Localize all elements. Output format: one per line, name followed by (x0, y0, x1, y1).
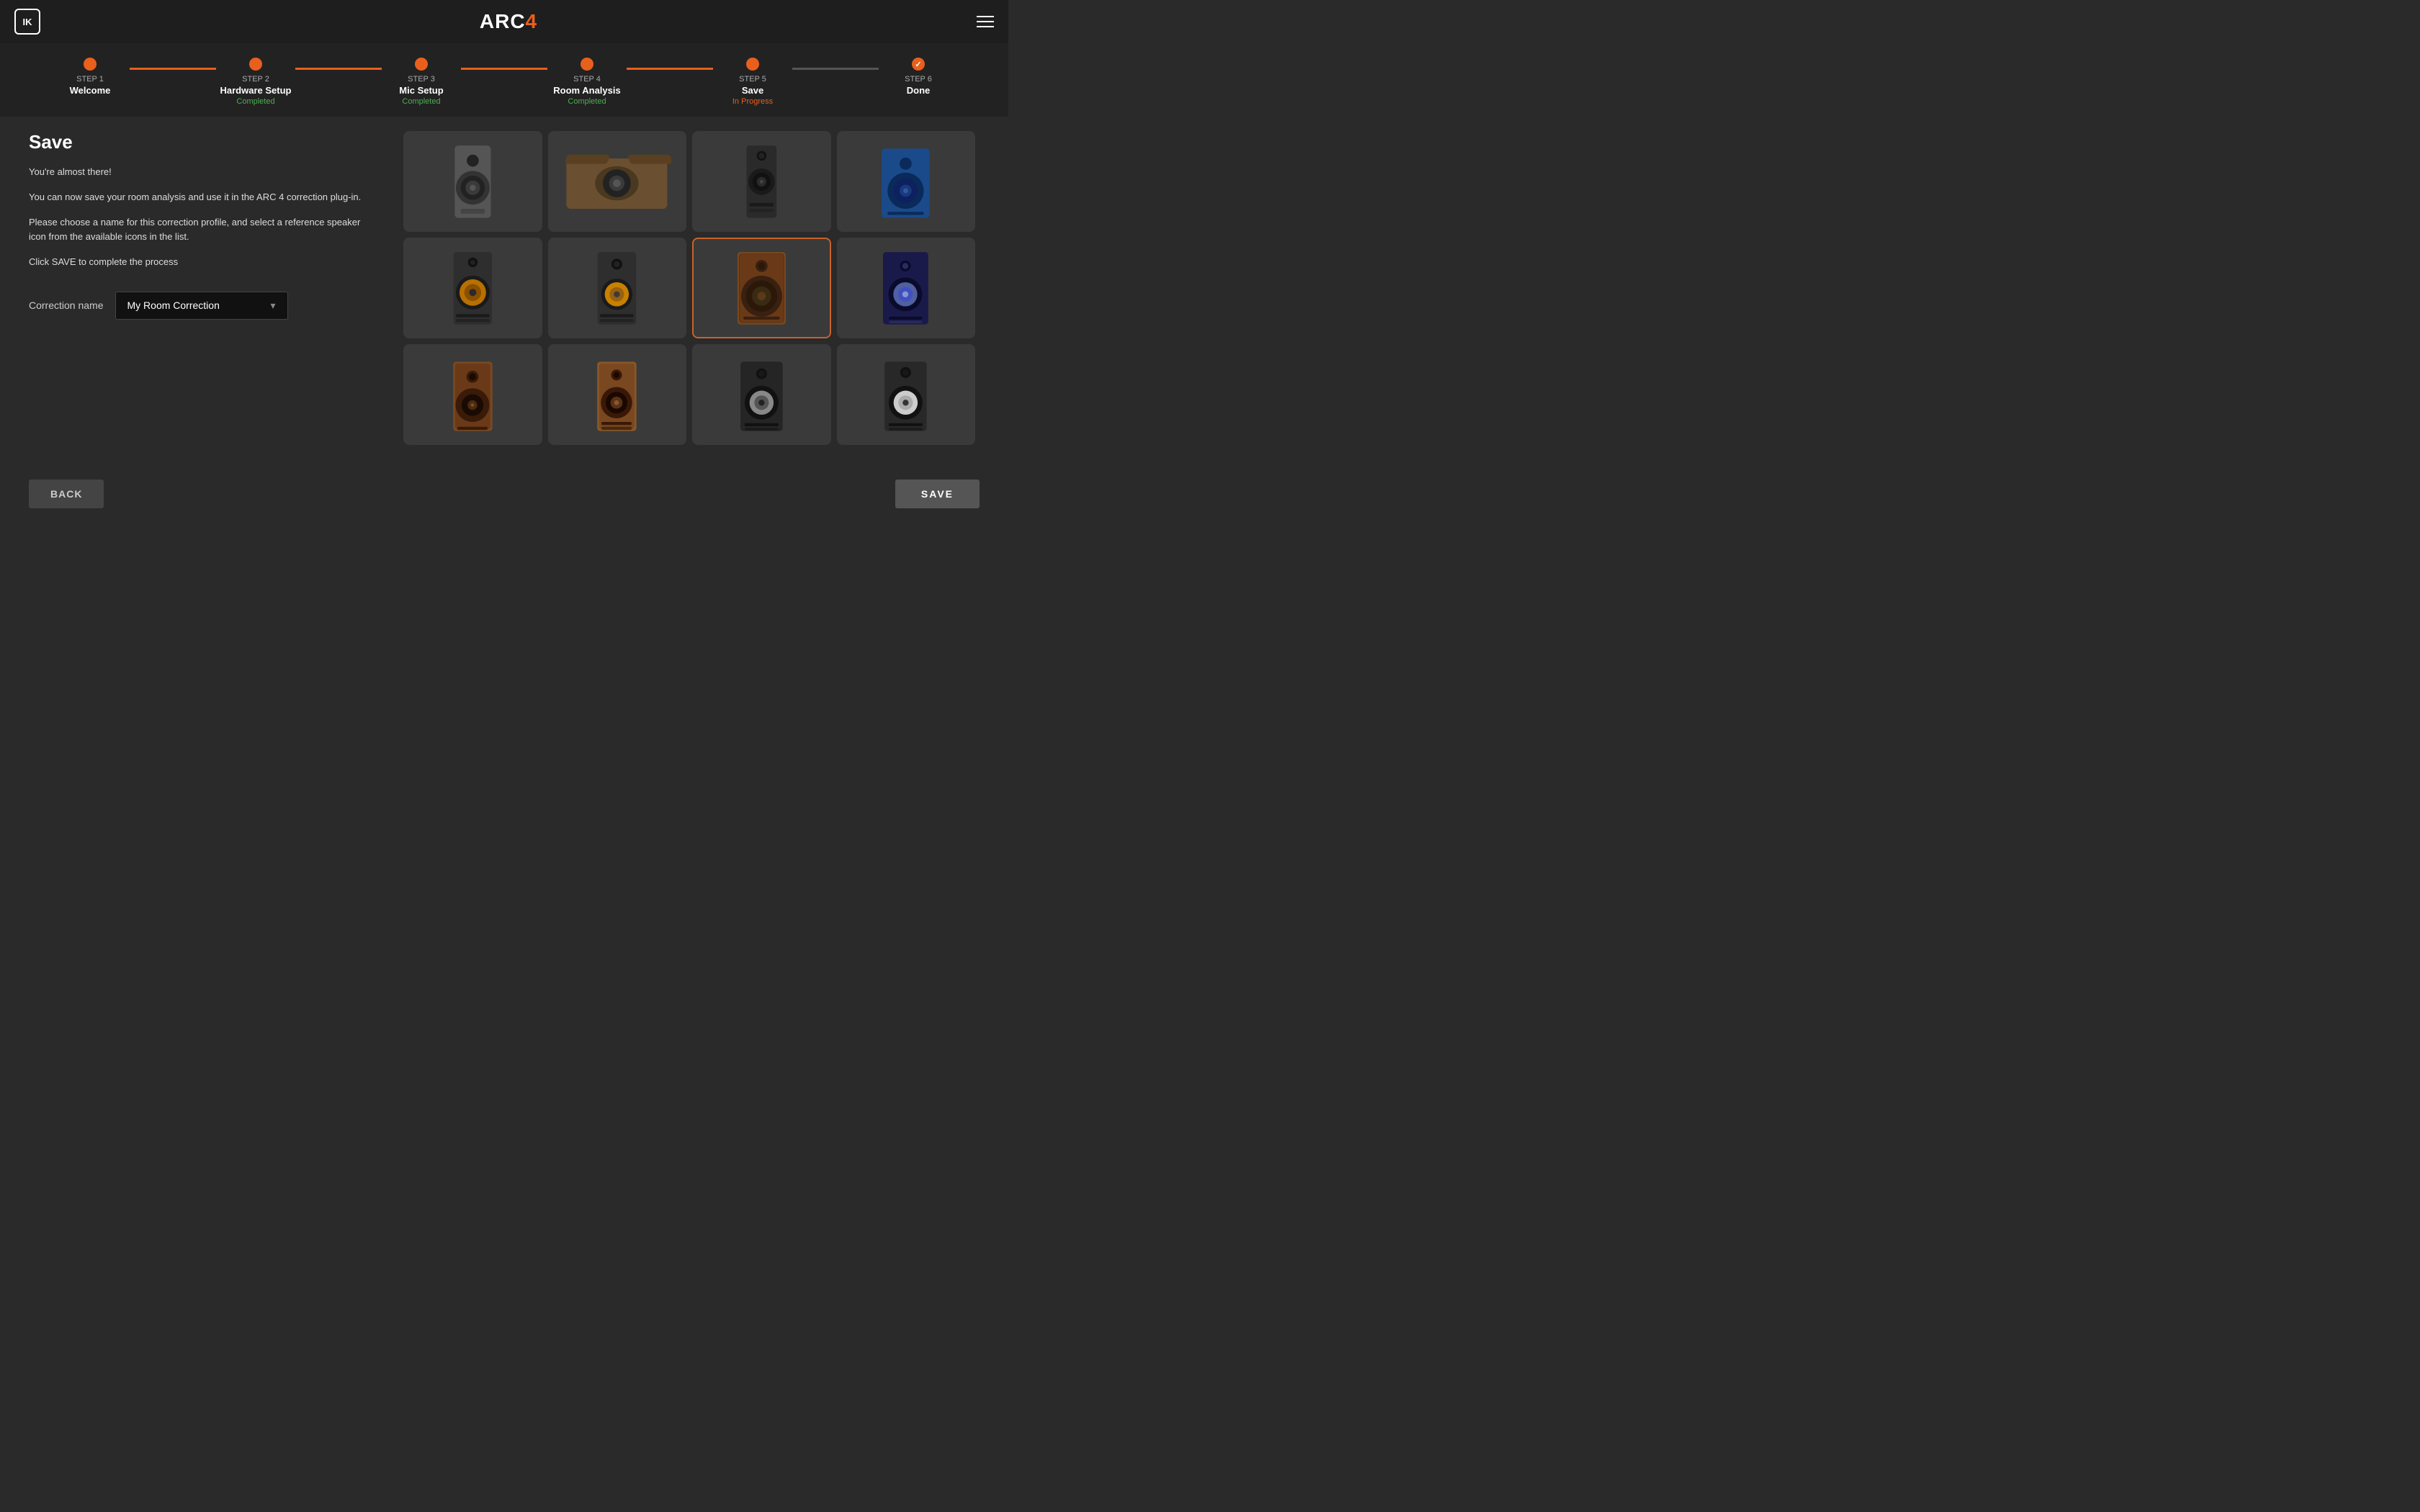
correction-label: Correction name (29, 300, 104, 311)
step-3-label: Mic Setup (399, 85, 443, 96)
step-6-label: Done (907, 85, 931, 96)
step-5: STEP 5 Save In Progress (713, 58, 792, 106)
step-3-info: STEP 3 Mic Setup Completed (382, 75, 461, 106)
speaker-card-4[interactable] (837, 131, 976, 232)
menu-button[interactable] (977, 16, 994, 27)
connector-2-3 (295, 68, 382, 70)
save-para2: You can now save your room analysis and … (29, 190, 375, 205)
step-1: STEP 1 Welcome (50, 58, 130, 97)
main-content: Save You're almost there! You can now sa… (0, 117, 1008, 459)
connector-1-2 (130, 68, 216, 70)
step-5-number: STEP 5 (739, 75, 766, 84)
step-2-status: Completed (236, 97, 274, 106)
speaker-card-1[interactable] (403, 131, 542, 232)
logo-icon: IK (14, 9, 40, 35)
save-para3: Please choose a name for this correction… (29, 215, 375, 246)
step-2-info: STEP 2 Hardware Setup Completed (216, 75, 295, 106)
step-6: STEP 6 Done (879, 58, 958, 97)
speaker-card-12[interactable] (837, 344, 976, 445)
app-title-arc: ARC (480, 10, 526, 32)
correction-name-select[interactable]: My Room Correction ▾ (115, 292, 288, 320)
save-para4: Click SAVE to complete the process (29, 255, 375, 270)
step-4-status: Completed (568, 97, 606, 106)
step-5-info: STEP 5 Save In Progress (713, 75, 792, 106)
speaker-card-6[interactable] (548, 238, 687, 338)
step-3-number: STEP 3 (408, 75, 435, 84)
speaker-card-10[interactable] (548, 344, 687, 445)
speaker-card-9[interactable] (403, 344, 542, 445)
step-4-label: Room Analysis (553, 85, 620, 96)
save-title: Save (29, 131, 375, 153)
speaker-card-7[interactable] (692, 238, 831, 338)
speaker-card-3[interactable] (692, 131, 831, 232)
header: IK ARC4 (0, 0, 1008, 43)
step-6-info: STEP 6 Done (879, 75, 958, 97)
app-title: ARC4 (480, 10, 537, 33)
back-button[interactable]: BACK (29, 480, 104, 508)
step-4-dot (581, 58, 593, 71)
step-3-dot (415, 58, 428, 71)
step-1-dot (84, 58, 97, 71)
speaker-card-11[interactable] (692, 344, 831, 445)
connector-5-6 (792, 68, 879, 70)
step-4-number: STEP 4 (573, 75, 601, 84)
chevron-down-icon: ▾ (270, 300, 275, 312)
step-2-dot (249, 58, 262, 71)
step-5-status: In Progress (732, 97, 773, 106)
app-title-num: 4 (526, 10, 538, 32)
connector-4-5 (627, 68, 713, 70)
step-3-status: Completed (402, 97, 440, 106)
step-1-info: STEP 1 Welcome (50, 75, 130, 97)
step-6-number: STEP 6 (905, 75, 932, 84)
step-6-dot (912, 58, 925, 71)
step-5-dot (746, 58, 759, 71)
step-1-label: Welcome (70, 85, 111, 96)
correction-value: My Room Correction (127, 300, 220, 311)
step-2-number: STEP 2 (242, 75, 269, 84)
step-4: STEP 4 Room Analysis Completed (547, 58, 627, 106)
step-4-info: STEP 4 Room Analysis Completed (547, 75, 627, 106)
step-2-label: Hardware Setup (220, 85, 292, 96)
bottom-bar: BACK SAVE (0, 467, 1008, 521)
logo-text: IK (23, 17, 32, 27)
speaker-card-5[interactable] (403, 238, 542, 338)
speaker-grid (403, 131, 980, 445)
step-1-number: STEP 1 (76, 75, 104, 84)
save-button[interactable]: SAVE (895, 480, 980, 508)
progress-bar: STEP 1 Welcome STEP 2 Hardware Setup Com… (0, 43, 1008, 117)
save-para1: You're almost there! (29, 165, 375, 180)
speaker-card-2[interactable] (548, 131, 687, 232)
connector-3-4 (461, 68, 547, 70)
left-panel: Save You're almost there! You can now sa… (29, 131, 375, 445)
correction-row: Correction name My Room Correction ▾ (29, 292, 375, 320)
step-3: STEP 3 Mic Setup Completed (382, 58, 461, 106)
step-5-label: Save (742, 85, 763, 96)
speaker-card-8[interactable] (837, 238, 976, 338)
step-2: STEP 2 Hardware Setup Completed (216, 58, 295, 106)
